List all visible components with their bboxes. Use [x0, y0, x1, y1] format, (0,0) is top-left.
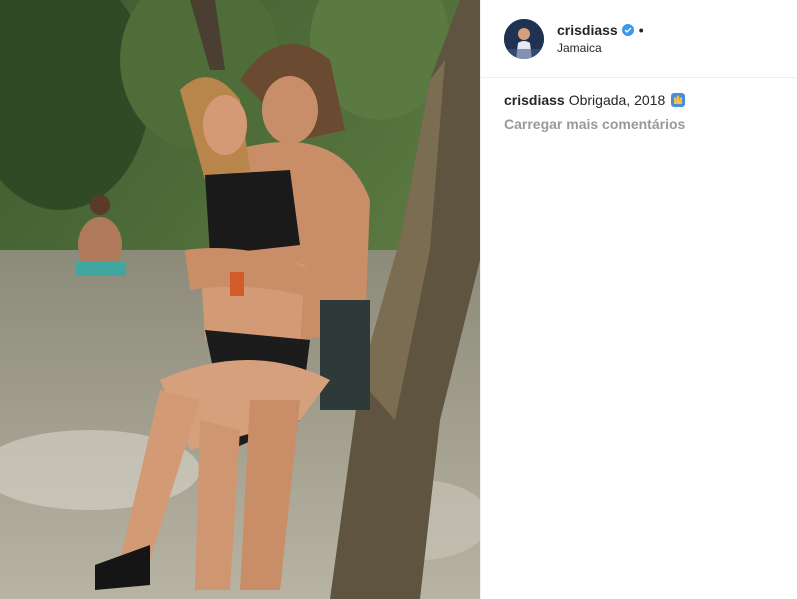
post-details-panel: crisdiass • Jamaica crisdiass Obrigada, …: [480, 0, 797, 599]
username-link[interactable]: crisdiass: [557, 22, 618, 38]
caption-username-link[interactable]: crisdiass: [504, 92, 565, 108]
location-link[interactable]: Jamaica: [557, 41, 644, 55]
caption: crisdiass Obrigada, 2018: [481, 78, 797, 108]
header-text: crisdiass • Jamaica: [557, 22, 644, 55]
caption-text: Obrigada, 2018: [568, 92, 666, 108]
post-photo[interactable]: [0, 0, 480, 599]
avatar[interactable]: [504, 18, 544, 59]
name-line: crisdiass •: [557, 22, 644, 38]
raised-hands-emoji-icon: [670, 92, 686, 108]
post-header: crisdiass • Jamaica: [481, 0, 797, 78]
load-more-comments-link[interactable]: Carregar mais comentários: [481, 108, 797, 132]
verified-badge-icon: [621, 24, 634, 36]
separator-dot: •: [638, 22, 644, 38]
